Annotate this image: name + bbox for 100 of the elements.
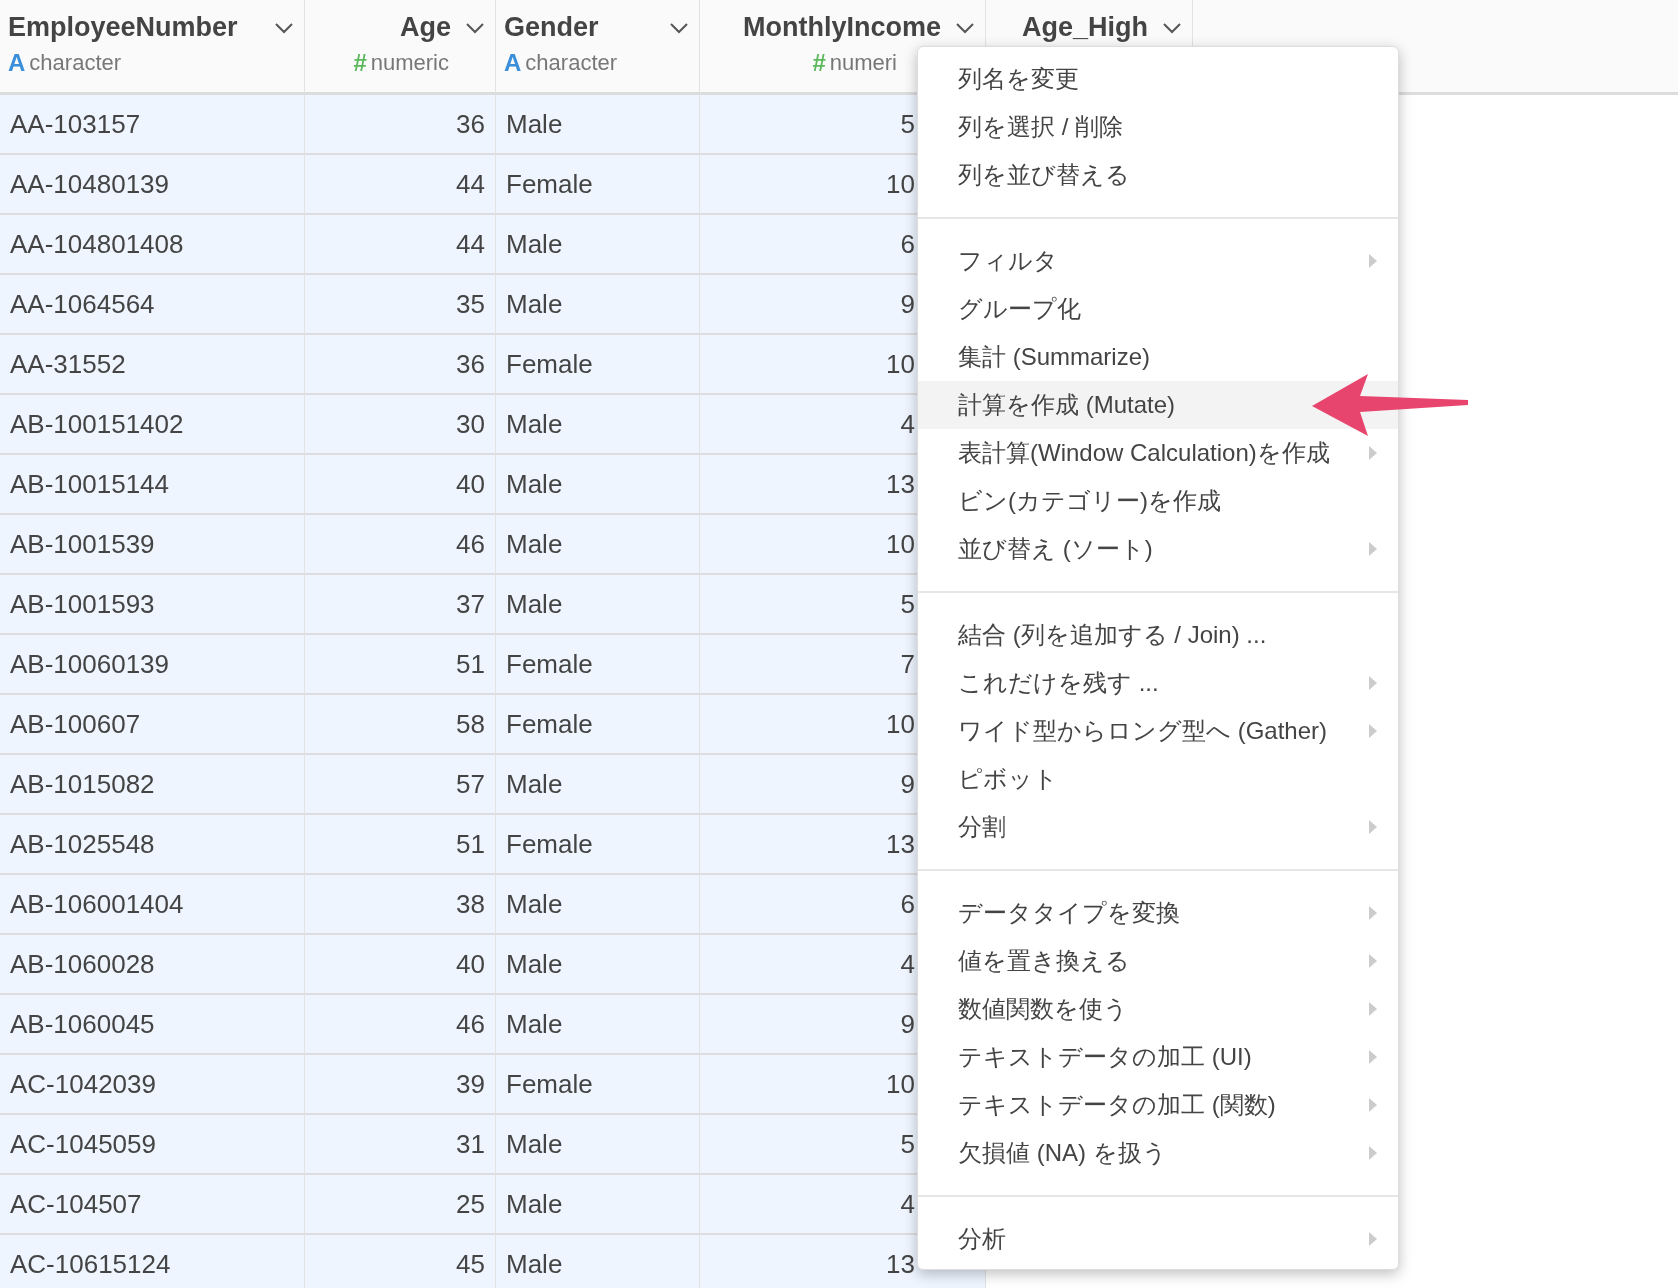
column-header[interactable]: EmployeeNumber [8, 12, 238, 43]
table-cell: AB-1060028 [10, 948, 155, 980]
chevron-down-icon[interactable] [1162, 21, 1182, 34]
menu-item[interactable]: 結合 (列を追加する / Join) ... [918, 611, 1398, 659]
table-cell: AC-1045059 [10, 1128, 156, 1160]
table-cell: 7 [900, 648, 915, 680]
table-cell: AC-104507 [10, 1188, 142, 1220]
table-cell: 5 [900, 588, 915, 620]
table-cell: 6 [900, 888, 915, 920]
menu-item[interactable]: 列を並び替える [918, 151, 1398, 199]
type-icon: A [8, 49, 26, 77]
menu-item[interactable]: ワイド型からロング型へ (Gather) [918, 707, 1398, 755]
table-cell: AB-1001593 [10, 588, 155, 620]
table-cell: AB-100607 [10, 708, 141, 740]
table-cell: 10 [886, 708, 915, 740]
chevron-down-icon[interactable] [274, 21, 294, 34]
chevron-down-icon[interactable] [465, 21, 485, 34]
table-cell: 13 [886, 1248, 915, 1280]
menu-item[interactable]: 計算を作成 (Mutate) [918, 381, 1398, 429]
menu-item[interactable]: 列名を変更 [918, 55, 1398, 103]
table-cell: 10 [886, 1068, 915, 1100]
table-cell: AA-31552 [10, 348, 126, 380]
table-cell: Female [506, 1068, 593, 1100]
table-cell: AB-106001404 [10, 888, 184, 920]
menu-item[interactable]: テキストデータの加工 (関数) [918, 1081, 1398, 1129]
table-cell: Male [506, 528, 563, 560]
table-cell: 13 [886, 468, 915, 500]
menu-item[interactable]: 表計算(Window Calculation)を作成 [918, 429, 1398, 477]
menu-item[interactable]: ピボット [918, 755, 1398, 803]
table-cell: 4 [900, 1188, 915, 1220]
table-cell: 36 [456, 348, 485, 380]
table-cell: 45 [456, 1248, 485, 1280]
table-cell: 36 [456, 108, 485, 140]
table-cell: 51 [456, 648, 485, 680]
table-cell: 31 [456, 1128, 485, 1160]
menu-item[interactable]: 並び替え (ソート) [918, 525, 1398, 573]
table-cell: AA-10480139 [10, 168, 170, 200]
table-cell: Male [506, 468, 563, 500]
chevron-down-icon[interactable] [669, 21, 689, 34]
table-cell: 9 [900, 768, 915, 800]
table-cell: AB-100151402 [10, 408, 184, 440]
table-cell: AB-1001539 [10, 528, 155, 560]
table-cell: 25 [456, 1188, 485, 1220]
menu-item[interactable]: 欠損値 (NA) を扱う [918, 1129, 1398, 1177]
type-icon: A [504, 49, 522, 77]
column-header[interactable]: MonthlyIncome [743, 12, 941, 43]
menu-item[interactable]: テキストデータの加工 (UI) [918, 1033, 1398, 1081]
menu-item[interactable]: 数値関数を使う [918, 985, 1398, 1033]
table-cell: 6 [900, 228, 915, 260]
menu-item[interactable]: データタイプを変換 [918, 889, 1398, 937]
table-cell: 44 [456, 228, 485, 260]
table-cell: AB-1015082 [10, 768, 155, 800]
table-cell: 44 [456, 168, 485, 200]
table-cell: 37 [456, 588, 485, 620]
table-cell: Male [506, 1188, 563, 1220]
table-cell: Male [506, 1248, 563, 1280]
table-cell: AB-1025548 [10, 828, 155, 860]
table-cell: 10 [886, 168, 915, 200]
table-cell: 10 [886, 528, 915, 560]
table-cell: AA-103157 [10, 108, 141, 140]
column-type: character [29, 50, 122, 76]
table-cell: AB-10015144 [10, 468, 170, 500]
menu-item[interactable]: グループ化 [918, 285, 1398, 333]
table-cell: Male [506, 1008, 563, 1040]
menu-item[interactable]: 分析 [918, 1215, 1398, 1263]
menu-item[interactable]: これだけを残す ... [918, 659, 1398, 707]
column-header[interactable]: Age_High [1022, 12, 1148, 43]
table-cell: 10 [886, 348, 915, 380]
column-type: numeric [370, 50, 449, 76]
table-cell: Male [506, 888, 563, 920]
table-cell: AB-10060139 [10, 648, 170, 680]
table-cell: Male [506, 768, 563, 800]
type-icon: # [812, 49, 826, 77]
table-cell: 4 [900, 948, 915, 980]
table-cell: 40 [456, 468, 485, 500]
table-cell: Male [506, 948, 563, 980]
menu-item[interactable]: 列を選択 / 削除 [918, 103, 1398, 151]
menu-item[interactable]: 集計 (Summarize) [918, 333, 1398, 381]
menu-item[interactable]: フィルタ [918, 237, 1398, 285]
table-cell: AC-10615124 [10, 1248, 171, 1280]
table-cell: Female [506, 348, 593, 380]
menu-item[interactable]: 値を置き換える [918, 937, 1398, 985]
chevron-down-icon[interactable] [955, 21, 975, 34]
table-cell: Male [506, 228, 563, 260]
menu-item[interactable]: ビン(カテゴリー)を作成 [918, 477, 1398, 525]
menu-item[interactable]: 分割 [918, 803, 1398, 851]
table-cell: Female [506, 708, 593, 740]
table-cell: 13 [886, 828, 915, 860]
table-cell: 5 [900, 108, 915, 140]
table-cell: 35 [456, 288, 485, 320]
column-header[interactable]: Age [400, 12, 451, 43]
table-cell: AA-104801408 [10, 228, 184, 260]
table-cell: 57 [456, 768, 485, 800]
table-cell: 46 [456, 1008, 485, 1040]
table-cell: 38 [456, 888, 485, 920]
table-cell: Female [506, 828, 593, 860]
table-cell: AC-1042039 [10, 1068, 156, 1100]
table-cell: Male [506, 408, 563, 440]
column-type: numeri [829, 50, 897, 76]
column-header[interactable]: Gender [504, 12, 599, 43]
